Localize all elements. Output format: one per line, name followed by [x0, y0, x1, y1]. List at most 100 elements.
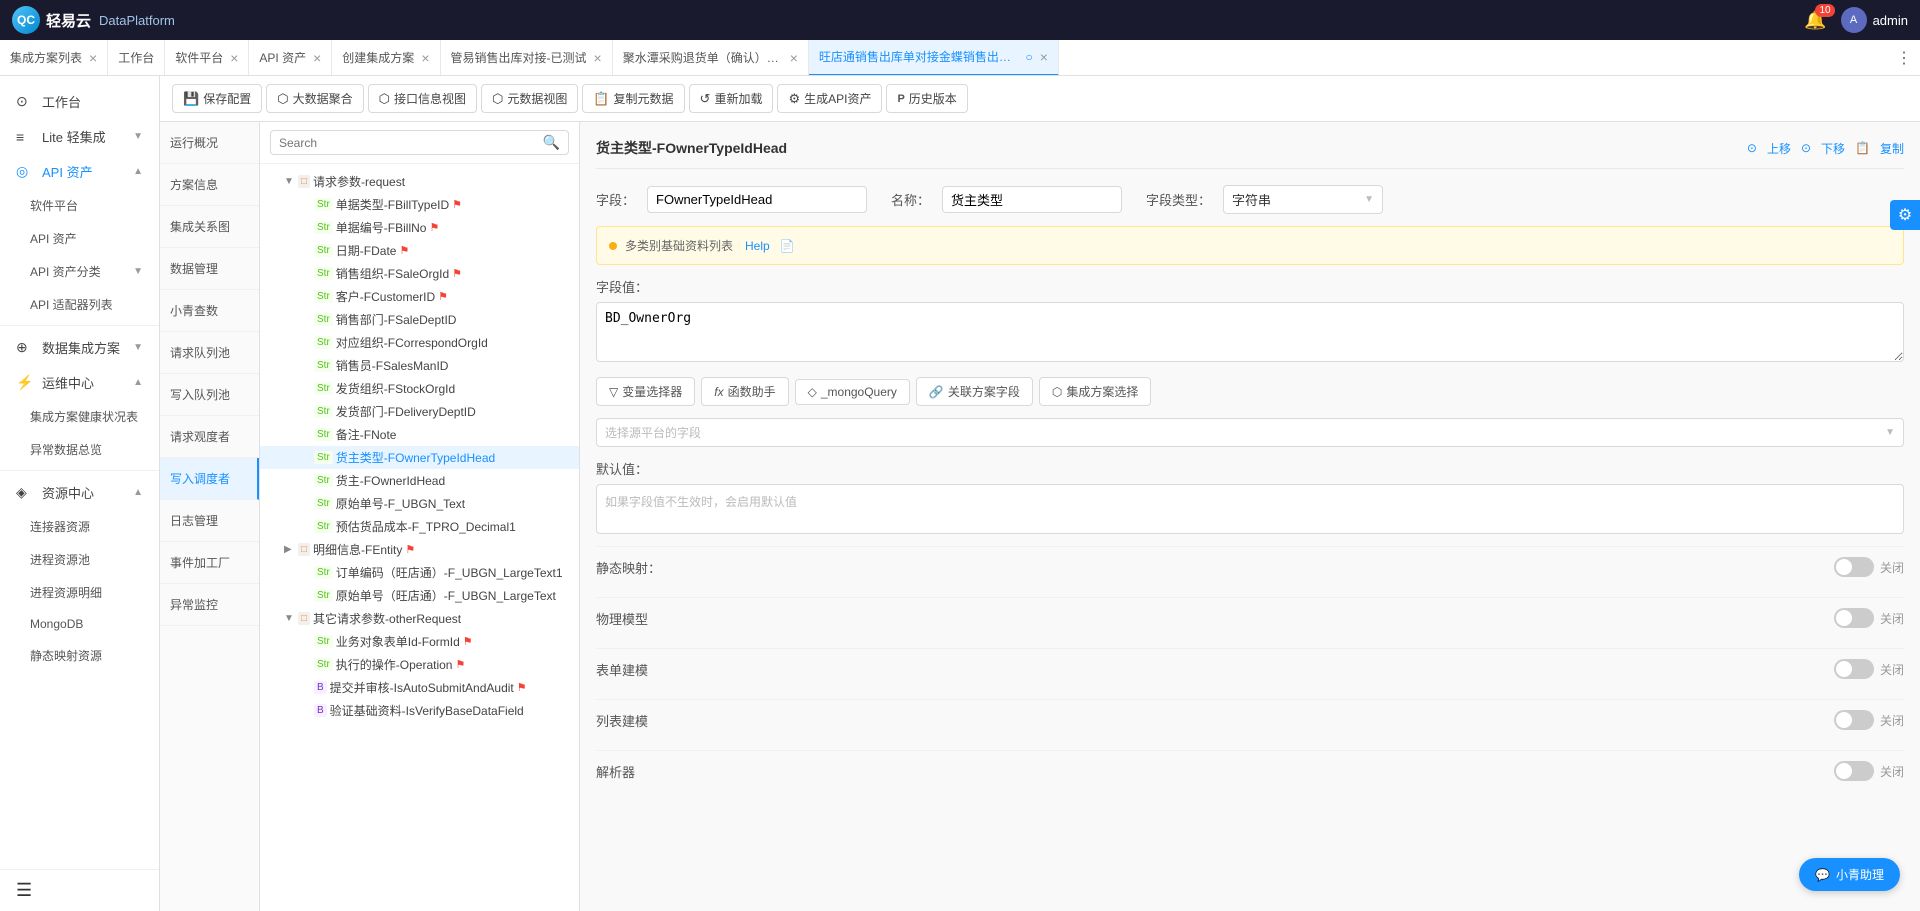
tree-node-ftprodecimal[interactable]: Str 预估货品成本-F_TPRO_Decimal1: [260, 515, 579, 538]
method-nav-request-queue[interactable]: 请求队列池: [160, 332, 259, 374]
list-model-toggle[interactable]: 关闭: [1834, 710, 1904, 730]
solution-select-btn[interactable]: ⬡ 集成方案选择: [1039, 377, 1152, 406]
platform-select[interactable]: 选择源平台的字段 ▼: [596, 418, 1904, 447]
physical-model-toggle[interactable]: 关闭: [1834, 608, 1904, 628]
action-down[interactable]: 下移: [1821, 140, 1845, 157]
save-config-btn[interactable]: 💾 保存配置: [172, 84, 262, 113]
expand-icon-otherrequest[interactable]: ▼: [284, 613, 298, 624]
tab-workbench[interactable]: 工作台: [108, 40, 165, 76]
copy-meta-btn[interactable]: 📋 复制元数据: [582, 84, 684, 113]
tree-node-fsalesmanid[interactable]: Str 销售员-FSalesManID: [260, 354, 579, 377]
tab-close-5[interactable]: ×: [594, 51, 602, 65]
tab-api[interactable]: API 资产 ×: [249, 40, 332, 76]
gen-api-btn[interactable]: ⚙ 生成API资产: [777, 84, 882, 113]
method-nav-plan-info[interactable]: 方案信息: [160, 164, 259, 206]
tree-node-ubgnlargetext[interactable]: Str 原始单号（旺店通）-F_UBGN_LargeText: [260, 584, 579, 607]
tree-node-isverify[interactable]: B 验证基础资料-IsVerifyBaseDataField: [260, 699, 579, 722]
sidebar-item-workbench[interactable]: ⊙ 工作台: [0, 84, 159, 119]
tree-node-fsaledeptid[interactable]: Str 销售部门-FSaleDeptID: [260, 308, 579, 331]
expand-icon-request[interactable]: ▼: [284, 176, 298, 187]
type-select[interactable]: 字符串 ▼: [1223, 185, 1383, 214]
tree-node-formid[interactable]: Str 业务对象表单Id-FormId ⚑: [260, 630, 579, 653]
parser-toggle[interactable]: 关闭: [1834, 761, 1904, 781]
static-map-switch[interactable]: [1834, 557, 1874, 577]
tree-node-ubgnlargetext1[interactable]: Str 订单编码（旺店通）-F_UBGN_LargeText1: [260, 561, 579, 584]
sidebar-item-process-detail[interactable]: 进程资源明细: [0, 576, 159, 609]
tab-close-2[interactable]: ×: [230, 51, 238, 65]
mongo-query-btn[interactable]: ◇ _mongoQuery: [795, 379, 910, 405]
form-model-toggle[interactable]: 关闭: [1834, 659, 1904, 679]
physical-model-switch[interactable]: [1834, 608, 1874, 628]
action-copy[interactable]: 复制: [1880, 140, 1904, 157]
field-val-textarea[interactable]: BD_OwnerOrg: [596, 302, 1904, 362]
method-nav-write-observer[interactable]: 写入调度者: [160, 458, 259, 500]
tab-more-btn[interactable]: ⋮: [1888, 48, 1920, 68]
sidebar-item-resource[interactable]: ◈ 资源中心 ▲: [0, 475, 159, 510]
name-value-input[interactable]: [942, 186, 1122, 213]
default-val-placeholder[interactable]: 如果字段值不生效时，会启用默认值: [596, 484, 1904, 534]
tab-wangdian[interactable]: 旺店通销售出库单对接金蝶销售出库单 ○ ×: [809, 40, 1059, 76]
search-input[interactable]: [279, 136, 537, 150]
tab-create-plan[interactable]: 创建集成方案 ×: [332, 40, 440, 76]
sidebar-item-static-map[interactable]: 静态映射资源: [0, 639, 159, 672]
meta-view-btn[interactable]: ⬡ 元数据视图: [481, 84, 578, 113]
static-map-toggle[interactable]: 关闭: [1834, 557, 1904, 577]
sidebar-item-lite[interactable]: ≡ Lite 轻集成 ▼: [0, 119, 159, 154]
gear-float-btn[interactable]: ⚙: [1890, 200, 1920, 230]
sidebar-item-api-adapter[interactable]: API 适配器列表: [0, 288, 159, 321]
tab-guanyi[interactable]: 管易销售出库对接-已测试 ×: [441, 40, 613, 76]
tree-node-fsaleorgid[interactable]: Str 销售组织-FSaleOrgId ⚑: [260, 262, 579, 285]
var-selector-btn[interactable]: ▽ 变量选择器: [596, 377, 695, 406]
tree-node-fdeliverydeptid[interactable]: Str 发货部门-FDeliveryDeptID: [260, 400, 579, 423]
tab-integration-list[interactable]: 集成方案列表 ×: [0, 40, 108, 76]
method-nav-relation[interactable]: 集成关系图: [160, 206, 259, 248]
tab-close-0[interactable]: ×: [89, 51, 97, 65]
tab-close-4[interactable]: ×: [421, 51, 429, 65]
expand-icon-fentity[interactable]: ▶: [284, 544, 298, 555]
tab-jushuitan[interactable]: 聚水潭采购退货单（确认）=>金蝶采购退货单 ×: [613, 40, 809, 76]
bigdata-btn[interactable]: ⬡ 大数据聚合: [266, 84, 363, 113]
action-up[interactable]: 上移: [1767, 140, 1791, 157]
tree-node-request[interactable]: ▼ □ 请求参数-request: [260, 170, 579, 193]
related-field-btn[interactable]: 🔗 关联方案字段: [916, 377, 1033, 406]
tree-node-fbillno[interactable]: Str 单据编号-FBillNo ⚑: [260, 216, 579, 239]
tree-node-fbilltypeid[interactable]: Str 单据类型-FBillTypeID ⚑: [260, 193, 579, 216]
tree-node-fowneridhead[interactable]: Str 货主-FOwnerIdHead: [260, 469, 579, 492]
sidebar-item-software[interactable]: 软件平台: [0, 189, 159, 222]
parser-switch[interactable]: [1834, 761, 1874, 781]
method-nav-log-mgmt[interactable]: 日志管理: [160, 500, 259, 542]
tree-node-fnote[interactable]: Str 备注-FNote: [260, 423, 579, 446]
tree-node-operation[interactable]: Str 执行的操作-Operation ⚑: [260, 653, 579, 676]
sidebar-item-api[interactable]: ◎ API 资产 ▲: [0, 154, 159, 189]
tree-node-fdate[interactable]: Str 日期-FDate ⚑: [260, 239, 579, 262]
method-nav-exception-mon[interactable]: 异常监控: [160, 584, 259, 626]
method-nav-req-observer[interactable]: 请求观度者: [160, 416, 259, 458]
sidebar-item-mongodb[interactable]: MongoDB: [0, 609, 159, 639]
sidebar-item-health[interactable]: 集成方案健康状况表: [0, 400, 159, 433]
tree-node-fcustomerid[interactable]: Str 客户-FCustomerID ⚑: [260, 285, 579, 308]
form-model-switch[interactable]: [1834, 659, 1874, 679]
method-nav-inspector[interactable]: 小青查数: [160, 290, 259, 332]
history-btn[interactable]: P 历史版本: [886, 84, 967, 113]
tree-node-fcorrespondorgid[interactable]: Str 对应组织-FCorrespondOrgId: [260, 331, 579, 354]
sidebar-item-api-asset[interactable]: API 资产: [0, 222, 159, 255]
field-value-input[interactable]: [647, 186, 867, 213]
sidebar-collapse-btn[interactable]: ☰: [16, 880, 32, 900]
method-nav-overview[interactable]: 运行概况: [160, 122, 259, 164]
tab-close-6[interactable]: ×: [790, 51, 798, 65]
tree-node-fstockorgid[interactable]: Str 发货组织-FStockOrgId: [260, 377, 579, 400]
tab-software[interactable]: 软件平台 ×: [165, 40, 249, 76]
sidebar-item-exception[interactable]: 异常数据总览: [0, 433, 159, 466]
notification-bell[interactable]: 🔔 10: [1804, 10, 1826, 31]
method-nav-write-queue[interactable]: 写入队列池: [160, 374, 259, 416]
tree-node-fentity[interactable]: ▶ □ 明细信息-FEntity ⚑: [260, 538, 579, 561]
sidebar-item-connector[interactable]: 连接器资源: [0, 510, 159, 543]
list-model-switch[interactable]: [1834, 710, 1874, 730]
reload-btn[interactable]: ↺ 重新加载: [689, 84, 774, 113]
tree-node-isautosubmit[interactable]: B 提交并审核-IsAutoSubmitAndAudit ⚑: [260, 676, 579, 699]
sidebar-item-datasolution[interactable]: ⊕ 数据集成方案 ▼: [0, 330, 159, 365]
tab-close-3[interactable]: ×: [313, 51, 321, 65]
admin-info[interactable]: A admin: [1841, 7, 1908, 33]
sidebar-item-ops[interactable]: ⚡ 运维中心 ▲: [0, 365, 159, 400]
tree-node-fubgntext[interactable]: Str 原始单号-F_UBGN_Text: [260, 492, 579, 515]
